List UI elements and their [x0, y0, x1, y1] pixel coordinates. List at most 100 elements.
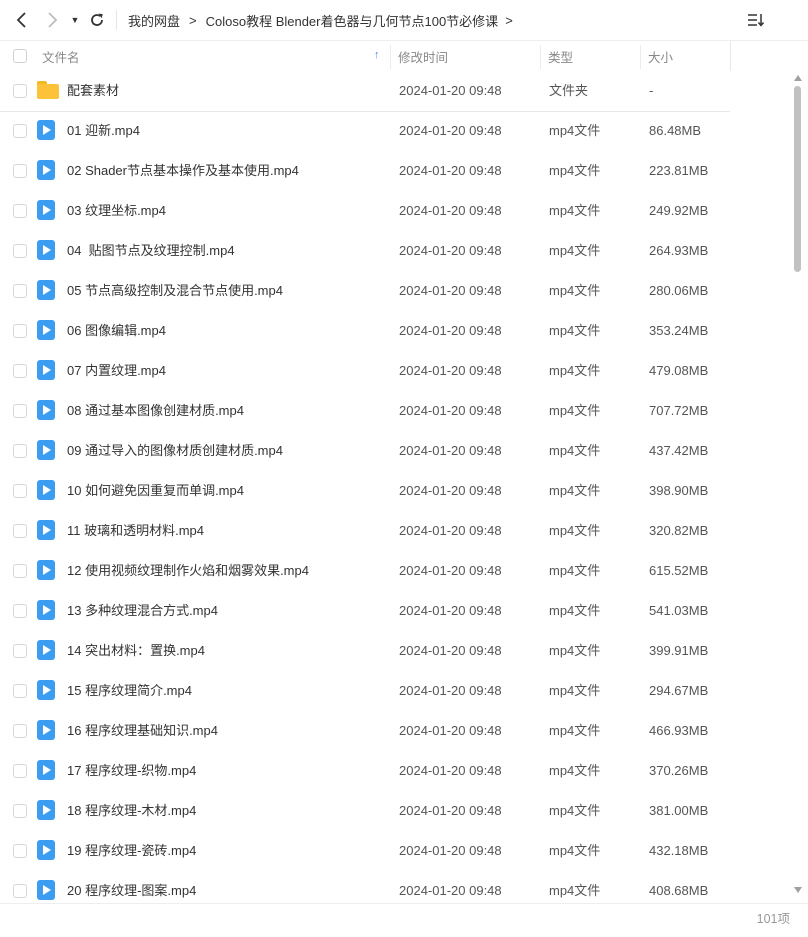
file-name[interactable]: 01 迎新.mp4	[67, 111, 140, 151]
scrollbar-thumb[interactable]	[794, 86, 801, 272]
item-count: 101项	[756, 912, 790, 926]
file-name[interactable]: 06 图像编辑.mp4	[67, 311, 166, 351]
scroll-down-arrow-icon[interactable]	[793, 886, 803, 894]
file-name[interactable]: 13 多种纹理混合方式.mp4	[67, 591, 218, 631]
column-header-type[interactable]: 类型	[548, 41, 638, 71]
row-checkbox[interactable]	[13, 204, 27, 218]
file-name[interactable]: 03 纹理坐标.mp4	[67, 191, 166, 231]
file-modified-time: 2024-01-20 09:48	[399, 403, 502, 418]
list-item[interactable]: 20 程序纹理-图案.mp4 2024-01-20 09:48 mp4文件 40…	[0, 871, 790, 911]
breadcrumb-item-root[interactable]: 我的网盘	[128, 11, 180, 30]
refresh-button[interactable]	[86, 9, 108, 31]
file-name[interactable]: 16 程序纹理基础知识.mp4	[67, 711, 218, 751]
file-size: 249.92MB	[649, 203, 709, 218]
file-name[interactable]: 07 内置纹理.mp4	[67, 351, 166, 391]
list-item[interactable]: 13 多种纹理混合方式.mp4 2024-01-20 09:48 mp4文件 5…	[0, 591, 790, 631]
breadcrumb-item-current[interactable]: Coloso教程 Blender着色器与几何节点100节必修课	[206, 11, 499, 30]
list-item[interactable]: 19 程序纹理-瓷砖.mp4 2024-01-20 09:48 mp4文件 43…	[0, 831, 790, 871]
file-name[interactable]: 09 通过导入的图像材质创建材质.mp4	[67, 431, 283, 471]
file-name[interactable]: 10 如何避免因重复而单调.mp4	[67, 471, 244, 511]
file-size: 399.91MB	[649, 643, 709, 658]
file-modified-time: 2024-01-20 09:48	[399, 523, 502, 538]
breadcrumb-separator: >	[189, 12, 197, 28]
folder-icon	[37, 80, 59, 100]
list-item[interactable]: 08 通过基本图像创建材质.mp4 2024-01-20 09:48 mp4文件…	[0, 391, 790, 431]
file-name[interactable]: 04 贴图节点及纹理控制.mp4	[67, 231, 235, 271]
row-checkbox[interactable]	[13, 604, 27, 618]
row-checkbox[interactable]	[13, 524, 27, 538]
video-file-icon	[37, 160, 57, 180]
file-modified-time: 2024-01-20 09:48	[399, 243, 502, 258]
row-checkbox[interactable]	[13, 244, 27, 258]
column-header-modified[interactable]: 修改时间	[398, 41, 538, 71]
file-name[interactable]: 11 玻璃和透明材料.mp4	[67, 511, 204, 551]
row-checkbox[interactable]	[13, 364, 27, 378]
list-item[interactable]: 11 玻璃和透明材料.mp4 2024-01-20 09:48 mp4文件 32…	[0, 511, 790, 551]
list-item[interactable]: 09 通过导入的图像材质创建材质.mp4 2024-01-20 09:48 mp…	[0, 431, 790, 471]
list-item[interactable]: 10 如何避免因重复而单调.mp4 2024-01-20 09:48 mp4文件…	[0, 471, 790, 511]
list-item[interactable]: 04 贴图节点及纹理控制.mp4 2024-01-20 09:48 mp4文件 …	[0, 231, 790, 271]
file-name[interactable]: 15 程序纹理简介.mp4	[67, 671, 192, 711]
scroll-up-arrow-icon[interactable]	[793, 74, 803, 82]
list-item[interactable]: 07 内置纹理.mp4 2024-01-20 09:48 mp4文件 479.0…	[0, 351, 790, 391]
file-modified-time: 2024-01-20 09:48	[399, 163, 502, 178]
file-name[interactable]: 12 使用视频纹理制作火焰和烟雾效果.mp4	[67, 551, 309, 591]
list-item[interactable]: 03 纹理坐标.mp4 2024-01-20 09:48 mp4文件 249.9…	[0, 191, 790, 231]
file-name[interactable]: 02 Shader节点基本操作及基本使用.mp4	[67, 151, 299, 191]
row-checkbox[interactable]	[13, 884, 27, 898]
list-item[interactable]: 16 程序纹理基础知识.mp4 2024-01-20 09:48 mp4文件 4…	[0, 711, 790, 751]
list-item[interactable]: 14 突出材料：置换.mp4 2024-01-20 09:48 mp4文件 39…	[0, 631, 790, 671]
row-checkbox[interactable]	[13, 84, 27, 98]
file-name[interactable]: 08 通过基本图像创建材质.mp4	[67, 391, 244, 431]
forward-button[interactable]	[40, 8, 64, 32]
row-checkbox[interactable]	[13, 644, 27, 658]
list-item[interactable]: 17 程序纹理-织物.mp4 2024-01-20 09:48 mp4文件 37…	[0, 751, 790, 791]
column-header-size[interactable]: 大小	[648, 41, 728, 71]
list-item[interactable]: 02 Shader节点基本操作及基本使用.mp4 2024-01-20 09:4…	[0, 151, 790, 191]
column-header-name[interactable]: 文件名	[42, 41, 390, 71]
video-file-icon	[37, 480, 57, 500]
row-checkbox[interactable]	[13, 164, 27, 178]
history-dropdown-button[interactable]: ▼	[68, 12, 82, 28]
file-name[interactable]: 20 程序纹理-图案.mp4	[67, 871, 196, 911]
row-checkbox[interactable]	[13, 324, 27, 338]
list-item[interactable]: 18 程序纹理-木材.mp4 2024-01-20 09:48 mp4文件 38…	[0, 791, 790, 831]
sort-view-button[interactable]	[745, 10, 767, 30]
list-item[interactable]: 05 节点高级控制及混合节点使用.mp4 2024-01-20 09:48 mp…	[0, 271, 790, 311]
column-divider[interactable]	[390, 45, 391, 69]
list-item[interactable]: 15 程序纹理简介.mp4 2024-01-20 09:48 mp4文件 294…	[0, 671, 790, 711]
file-name[interactable]: 18 程序纹理-木材.mp4	[67, 791, 196, 831]
column-divider[interactable]	[540, 45, 541, 69]
list-item-folder[interactable]: 配套素材 2024-01-20 09:48 文件夹 -	[0, 71, 790, 111]
list-item[interactable]: 01 迎新.mp4 2024-01-20 09:48 mp4文件 86.48MB	[0, 111, 790, 151]
file-size: 381.00MB	[649, 803, 709, 818]
breadcrumb-separator[interactable]: >	[505, 13, 513, 28]
sort-ascending-icon: ↑	[374, 49, 380, 61]
file-name[interactable]: 17 程序纹理-织物.mp4	[67, 751, 196, 791]
list-item[interactable]: 06 图像编辑.mp4 2024-01-20 09:48 mp4文件 353.2…	[0, 311, 790, 351]
file-modified-time: 2024-01-20 09:48	[399, 123, 502, 138]
row-checkbox[interactable]	[13, 284, 27, 298]
row-checkbox[interactable]	[13, 684, 27, 698]
toolbar-divider	[116, 10, 117, 30]
list-item[interactable]: 12 使用视频纹理制作火焰和烟雾效果.mp4 2024-01-20 09:48 …	[0, 551, 790, 591]
file-size: 707.72MB	[649, 403, 709, 418]
row-checkbox[interactable]	[13, 724, 27, 738]
file-name[interactable]: 19 程序纹理-瓷砖.mp4	[67, 831, 196, 871]
refresh-icon	[91, 13, 103, 26]
row-checkbox[interactable]	[13, 484, 27, 498]
video-file-icon	[37, 800, 57, 820]
back-button[interactable]	[10, 8, 34, 32]
row-checkbox[interactable]	[13, 444, 27, 458]
file-name[interactable]: 配套素材	[67, 71, 119, 111]
row-checkbox[interactable]	[13, 124, 27, 138]
file-name[interactable]: 05 节点高级控制及混合节点使用.mp4	[67, 271, 283, 311]
select-all-checkbox[interactable]	[13, 49, 27, 63]
row-checkbox[interactable]	[13, 764, 27, 778]
row-checkbox[interactable]	[13, 404, 27, 418]
file-name[interactable]: 14 突出材料：置换.mp4	[67, 631, 205, 671]
row-checkbox[interactable]	[13, 804, 27, 818]
column-divider[interactable]	[640, 45, 641, 69]
row-checkbox[interactable]	[13, 564, 27, 578]
row-checkbox[interactable]	[13, 844, 27, 858]
